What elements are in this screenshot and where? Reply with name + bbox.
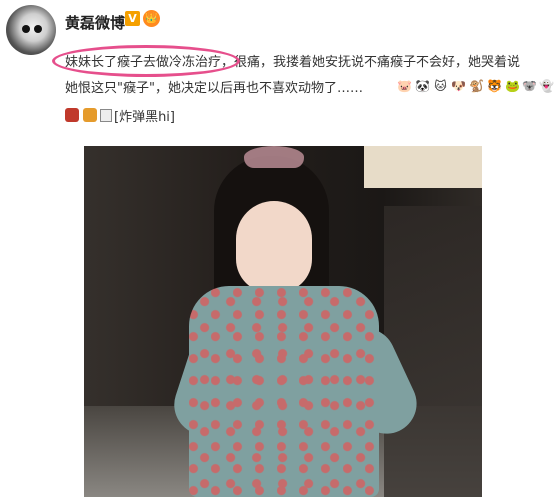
girl-dress (189, 286, 379, 497)
broken-image: [炸弹黑hi] (100, 106, 175, 125)
user-avatar[interactable] (6, 5, 56, 55)
monkey-emoji-icon: 🐒 (469, 79, 484, 93)
ghost-emoji-icon: 👻 (539, 79, 554, 93)
verified-badge-icon: V (125, 11, 140, 26)
photo-shelf (364, 146, 482, 188)
broken-image-icon (100, 109, 112, 122)
post-photo[interactable] (84, 146, 482, 497)
frog-emoji-icon: 🐸 (505, 79, 520, 93)
koala-emoji-icon: 🐨 (522, 79, 537, 93)
avatar-eye (34, 25, 42, 33)
pig-emoji-icon: 🐷 (397, 79, 412, 93)
cat-emoji-icon: 🐱 (434, 79, 447, 93)
orange-figure-icon (83, 108, 97, 122)
username[interactable]: 黄磊微博 (65, 12, 125, 33)
girl-face (236, 201, 312, 293)
broken-image-alt: [炸弹黑hi] (114, 110, 175, 125)
red-bird-icon (65, 108, 79, 122)
highlight-circle (52, 45, 240, 77)
tiger-emoji-icon: 🐯 (487, 79, 502, 93)
avatar-eye (22, 25, 30, 33)
dog-emoji-icon: 🐶 (451, 79, 466, 93)
post-text-line-2: 她恨这只"瘊子"，她决定以后再也不喜欢动物了…… (65, 81, 363, 96)
medal-icon: 👑 (143, 10, 160, 27)
photo-mirror (384, 206, 482, 497)
girl-headband (244, 146, 304, 168)
panda-emoji-icon: 🐼 (415, 79, 430, 93)
